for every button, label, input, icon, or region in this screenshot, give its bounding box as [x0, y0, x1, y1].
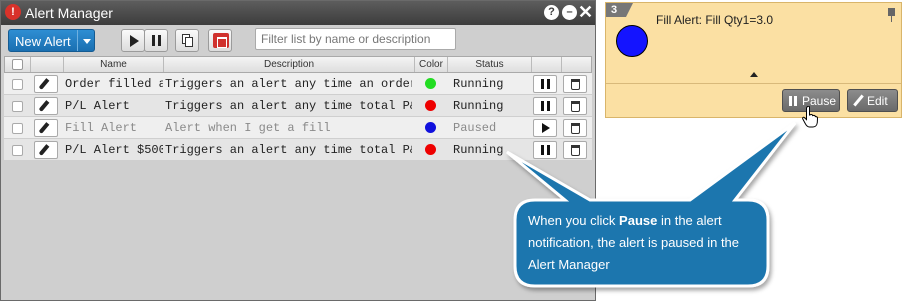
- callout-text-emphasis: Pause: [619, 213, 658, 228]
- callout-text: When you click Pause in the alert notifi…: [528, 210, 758, 276]
- callout-bubble: [506, 121, 797, 288]
- callout-text-prefix: When you click: [528, 213, 620, 228]
